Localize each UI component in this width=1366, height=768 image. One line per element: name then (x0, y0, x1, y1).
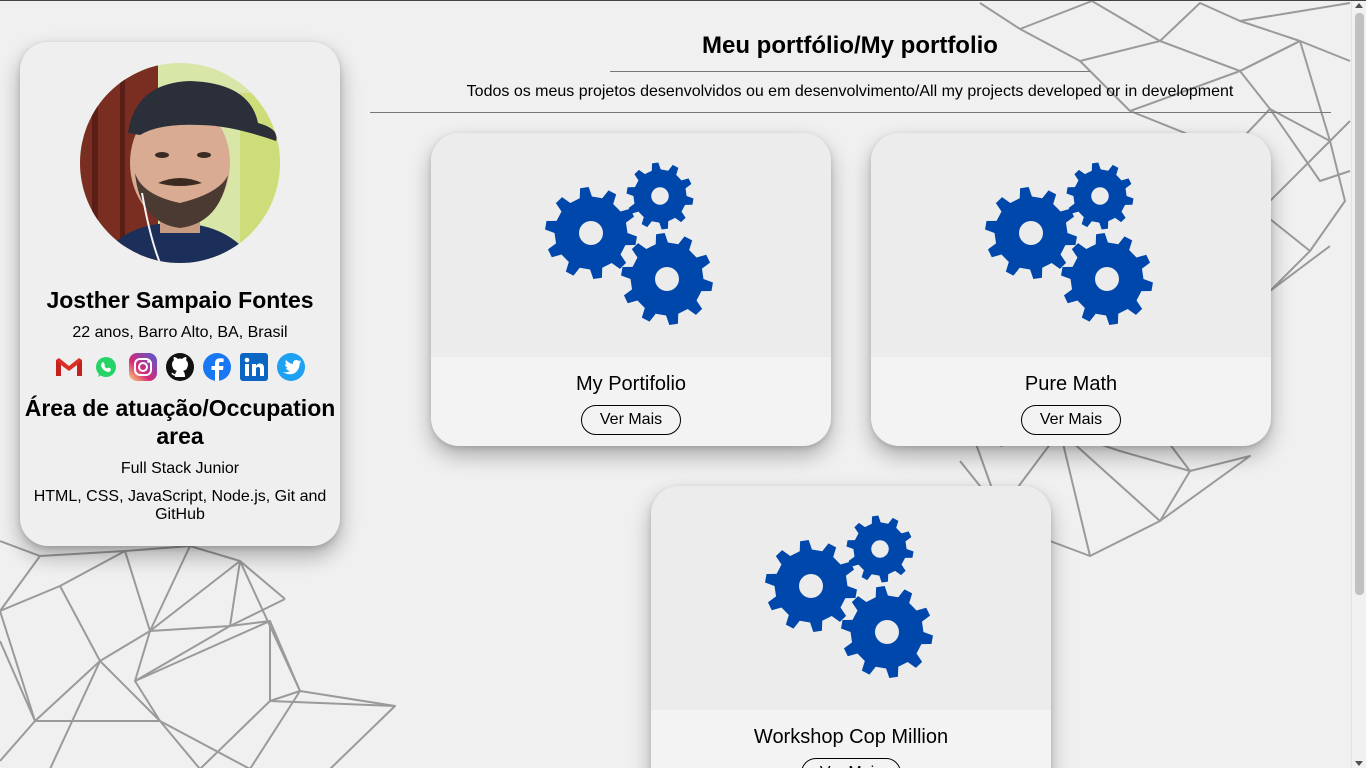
project-image (871, 133, 1271, 357)
page-subtitle: Todos os meus projetos desenvolvidos ou … (466, 83, 1234, 100)
project-name: Pure Math (1024, 373, 1118, 395)
social-links (52, 352, 308, 382)
linkedin-icon[interactable] (239, 352, 269, 382)
ver-mais-button[interactable]: Ver Mais (801, 758, 901, 768)
whatsapp-icon[interactable] (91, 352, 121, 382)
gears-icon (545, 162, 713, 326)
page-title: Meu portfólio/My portfolio (702, 32, 998, 59)
vertical-scrollbar[interactable] (1351, 1, 1366, 768)
facebook-icon[interactable] (202, 352, 232, 382)
scroll-up-icon[interactable] (1355, 3, 1363, 8)
title-divider (610, 71, 1090, 72)
profile-location: 22 anos, Barro Alto, BA, Brasil (72, 324, 288, 341)
instagram-icon[interactable] (128, 352, 158, 382)
avatar (80, 63, 280, 263)
twitter-icon[interactable] (276, 352, 306, 382)
gears-icon (985, 162, 1153, 326)
project-name: My Portifolio (575, 373, 687, 395)
ver-mais-button[interactable]: Ver Mais (1021, 405, 1121, 435)
occupation-area-title: Área de atuação/Occupation area (24, 395, 336, 449)
gmail-icon[interactable] (54, 352, 84, 382)
project-image (431, 133, 831, 357)
skills-list: HTML, CSS, JavaScript, Node.js, Git and … (33, 488, 327, 523)
project-name: Workshop Cop Million (753, 726, 949, 748)
project-card[interactable]: Workshop Cop Million Ver Mais (651, 486, 1051, 768)
profile-card: Josther Sampaio Fontes 22 anos, Barro Al… (20, 42, 340, 546)
page: Josther Sampaio Fontes 22 anos, Barro Al… (0, 0, 1366, 768)
scrollbar-thumb[interactable] (1355, 13, 1364, 595)
ver-mais-button[interactable]: Ver Mais (581, 405, 681, 435)
subtitle-divider (370, 112, 1331, 113)
project-card[interactable]: My Portifolio Ver Mais (431, 133, 831, 446)
project-card[interactable]: Pure Math Ver Mais (871, 133, 1271, 446)
project-image (651, 486, 1051, 710)
scroll-down-icon[interactable] (1355, 761, 1363, 766)
profile-name: Josther Sampaio Fontes (46, 287, 314, 313)
avatar-photo (80, 63, 280, 263)
occupation-role: Full Stack Junior (120, 460, 240, 477)
gears-icon (765, 515, 933, 679)
github-icon[interactable] (165, 352, 195, 382)
